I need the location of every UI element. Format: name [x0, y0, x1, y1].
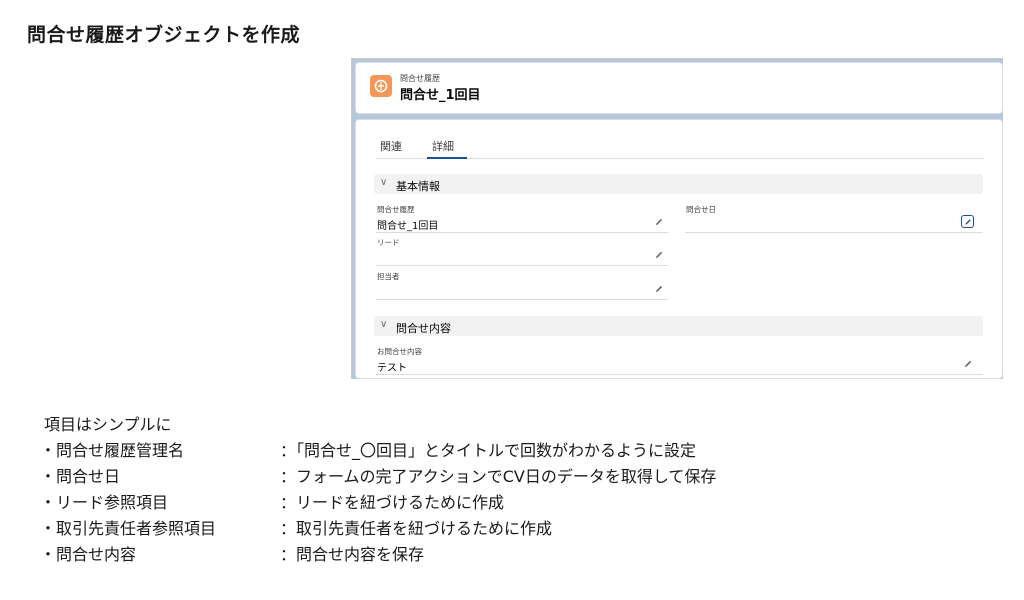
chevron-down-icon: ∨ [380, 177, 388, 188]
item-name: ・問合せ内容 [40, 545, 137, 564]
pencil-icon[interactable] [654, 250, 664, 260]
salesforce-record-screenshot: 問合せ履歴 問合せ_1回目 関連 詳細 ∨ 基本情報 問合せ履歴 問合せ_1回目… [351, 58, 1003, 379]
field-label: 問合せ履歴 [377, 205, 415, 214]
field-inquiry-history: 問合せ履歴 問合せ_1回目 [376, 204, 668, 233]
record-name: 問合せ_1回目 [400, 88, 481, 103]
field-label: 担当者 [377, 272, 400, 281]
field-label: リード [377, 238, 400, 247]
field-label: お問合せ内容 [377, 347, 422, 356]
field-inquiry-content: お問合せ内容 テスト [376, 346, 983, 375]
pencil-icon[interactable] [654, 217, 664, 227]
notes-heading: 項目はシンプルに [44, 415, 172, 434]
section-inquiry-content[interactable]: ∨ 問合せ内容 [374, 316, 983, 336]
section-title: 問合せ内容 [396, 322, 451, 335]
field-lead: リード [376, 237, 668, 266]
item-description: ：リードを紐づけるために作成 [280, 493, 505, 512]
edit-icon[interactable] [961, 215, 974, 228]
active-tab-indicator [427, 157, 467, 159]
field-label: 問合せ日 [686, 205, 716, 214]
item-name: ・問合せ日 [40, 467, 121, 486]
item-name: ・取引先責任者参照項目 [40, 519, 217, 538]
field-value: テスト [377, 363, 407, 374]
chevron-down-icon: ∨ [380, 319, 388, 330]
item-description: ：「問合せ_〇回目」とタイトルで回数がわかるように設定 [280, 441, 697, 460]
tab-bar: 関連 詳細 [376, 134, 984, 159]
tab-related[interactable]: 関連 [380, 138, 402, 154]
object-icon [370, 75, 392, 97]
field-owner: 担当者 [376, 271, 668, 300]
item-description: ：フォームの完了アクションでCV日のデータを取得して保存 [280, 467, 717, 486]
record-header: 問合せ履歴 問合せ_1回目 [355, 62, 1003, 114]
item-name: ・問合せ履歴管理名 [40, 441, 185, 460]
section-basic-info[interactable]: ∨ 基本情報 [374, 174, 983, 194]
pencil-icon[interactable] [963, 359, 973, 369]
item-description: ：問合せ内容を保存 [280, 545, 425, 564]
pencil-icon[interactable] [654, 284, 664, 294]
object-label: 問合せ履歴 [400, 74, 440, 83]
slide-title: 問合せ履歴オブジェクトを作成 [27, 24, 301, 46]
field-value: 問合せ_1回目 [377, 221, 439, 232]
item-name: ・リード参照項目 [40, 493, 169, 512]
field-inquiry-date: 問合せ日 [685, 204, 983, 233]
section-title: 基本情報 [396, 180, 440, 193]
tab-detail[interactable]: 詳細 [432, 138, 454, 154]
item-description: ：取引先責任者を紐づけるために作成 [280, 519, 553, 538]
detail-card: 関連 詳細 ∨ 基本情報 問合せ履歴 問合せ_1回目 問合せ日 リード 担当者 … [355, 119, 1003, 379]
